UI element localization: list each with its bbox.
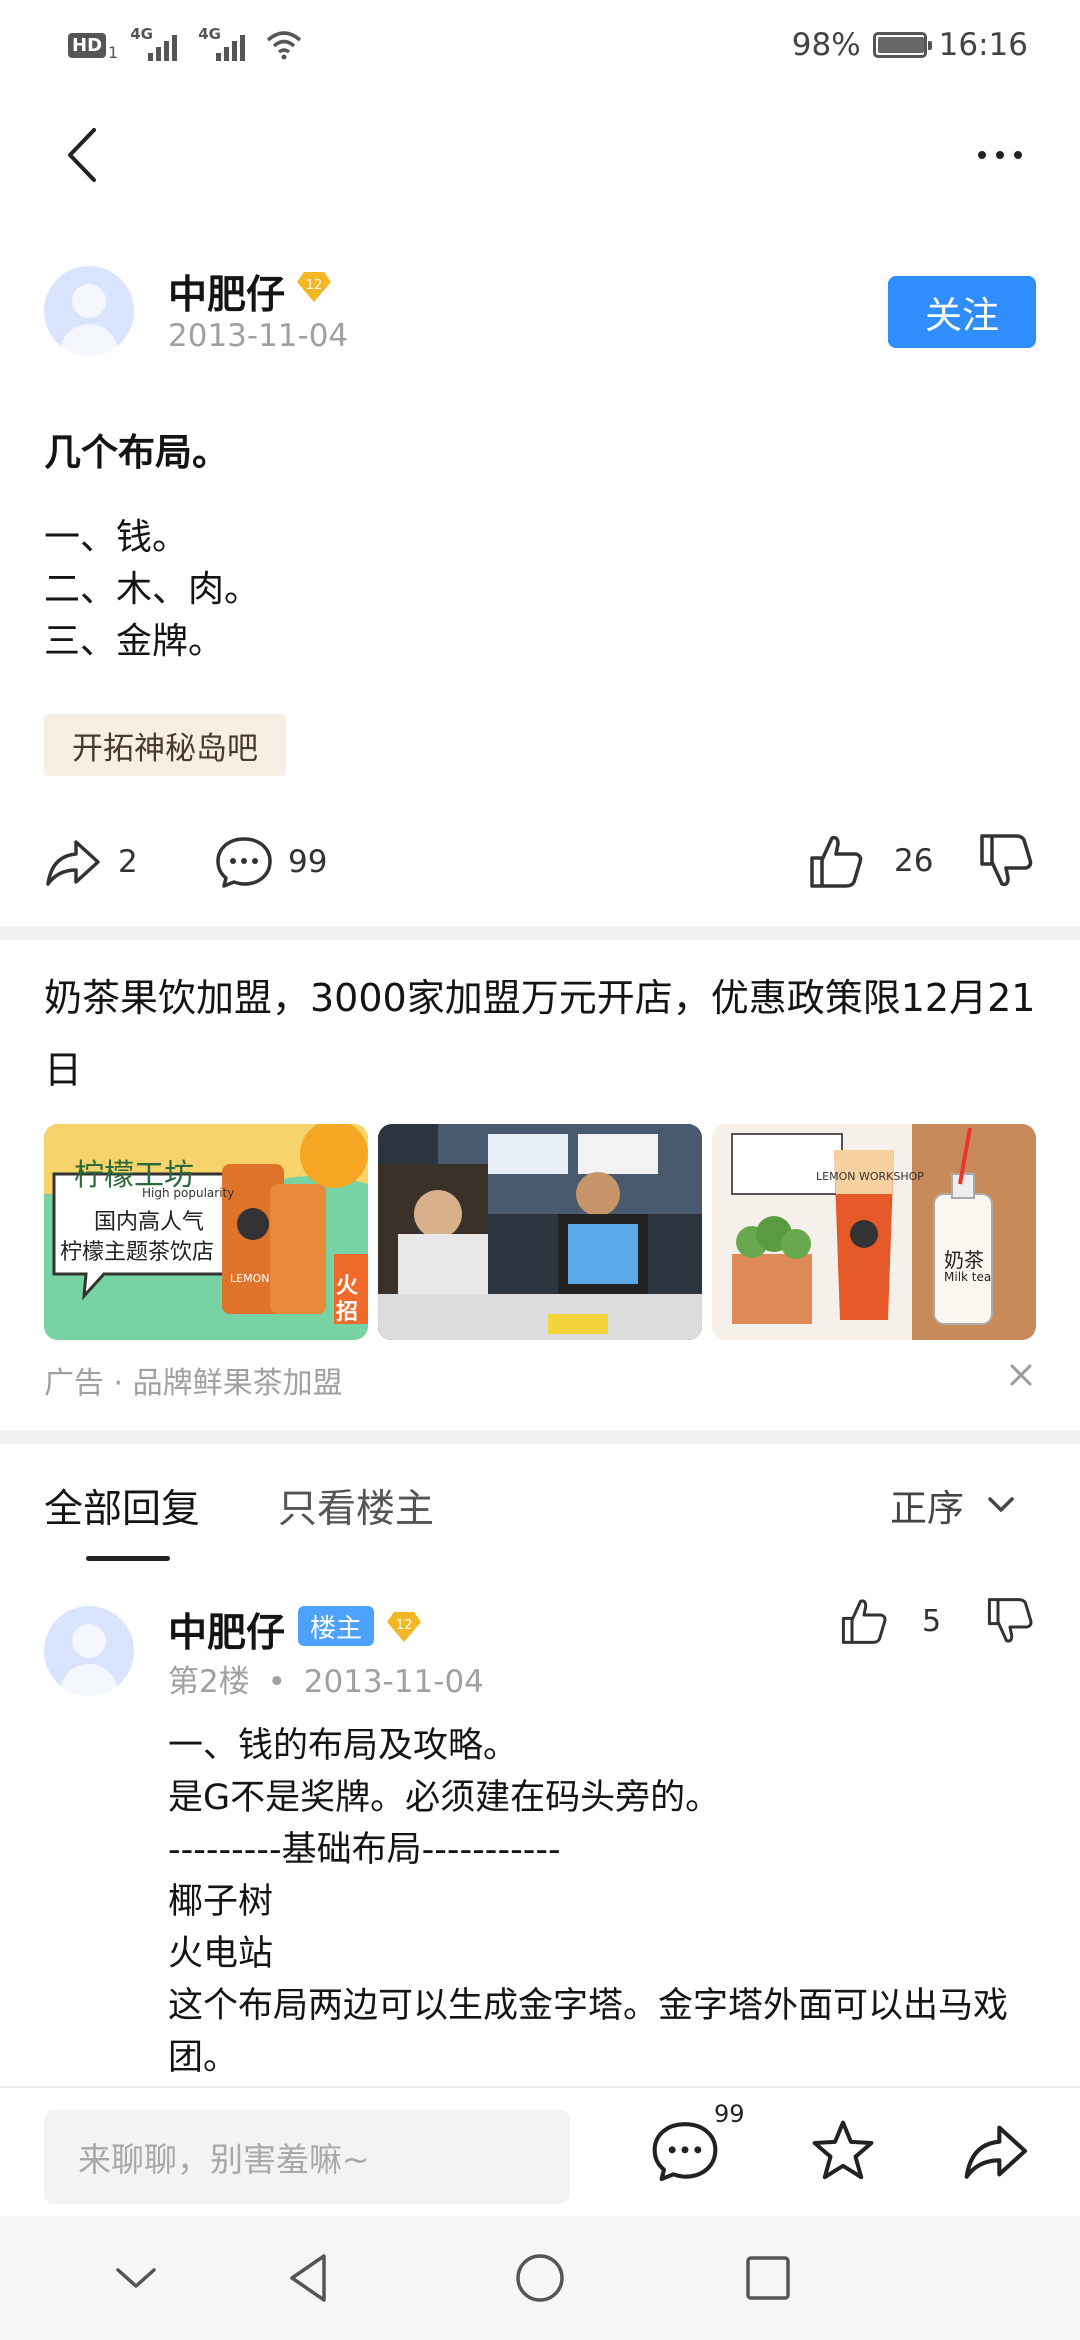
reply-dislike-button[interactable] [986, 1596, 1034, 1646]
like-button[interactable]: 26 [808, 832, 933, 890]
share-button[interactable] [962, 2118, 1042, 2198]
reply-line: 一、钱的布局及攻略。 [168, 1726, 519, 1766]
chevron-down-icon[interactable] [104, 2246, 168, 2310]
reply-author-name[interactable]: 中肥仔 [168, 1602, 285, 1658]
ad-subtitle: High popularity [142, 1186, 235, 1200]
post-line: 三、金牌。 [44, 621, 225, 662]
hd-sim-number: 1 [108, 42, 119, 62]
dislike-button[interactable] [978, 832, 1034, 890]
back-button[interactable] [50, 120, 120, 190]
status-right: 98% 16:16 [792, 22, 1028, 68]
nav-back-icon[interactable] [278, 2246, 342, 2310]
ad-line: 柠檬主题茶饮店 [60, 1240, 215, 1265]
share-icon [964, 2125, 1028, 2179]
comments-button[interactable] [650, 2118, 730, 2198]
battery-icon [872, 32, 932, 58]
avatar[interactable] [44, 1606, 134, 1696]
share-button[interactable]: 2 [44, 834, 138, 890]
reply-line: 是G不是奖牌。必须建在码头旁的。 [168, 1778, 721, 1818]
post-line: 一、钱。 [44, 517, 189, 558]
status-indicators: HD 1 4G 4G [68, 22, 302, 68]
comment-button[interactable]: 99 [214, 834, 327, 890]
close-icon[interactable] [1006, 1360, 1036, 1390]
tab-op-only[interactable]: 只看楼主 [278, 1478, 434, 1534]
sort-button[interactable]: 正序 [890, 1478, 1016, 1532]
reply-line: ---------基础布局----------- [168, 1830, 561, 1870]
sort-label: 正序 [890, 1487, 964, 1530]
nav-home-icon[interactable] [508, 2246, 572, 2310]
floor-number: 第2楼 [168, 1664, 250, 1700]
hd-indicator: HD [68, 32, 107, 58]
bottom-bar: 来聊聊，别害羞嘛~ 99 [0, 2086, 1080, 2216]
meta-separator: • [267, 1664, 286, 1700]
reply-line: 椰子树 [168, 1882, 274, 1922]
clock: 16:16 [938, 27, 1028, 63]
top-nav [0, 100, 1080, 210]
op-badge: 楼主 [298, 1606, 374, 1646]
reply-line: 火电站 [168, 1934, 274, 1974]
ad-brand: LEMON WORKSHOP [816, 1170, 924, 1183]
comments-badge: 99 [714, 2100, 745, 2128]
ad-image-graphic [712, 1124, 1036, 1340]
ad-image-milk-tea[interactable]: LEMON WORKSHOP 奶茶 Milk tea [712, 1124, 1036, 1340]
section-divider [0, 926, 1080, 940]
thumbs-up-icon [810, 835, 863, 888]
ad-line: 国内高人气 [94, 1210, 205, 1235]
svg-text:12: 12 [306, 278, 323, 293]
post-date: 2013-11-04 [168, 318, 349, 354]
ad-tag-en: Milk tea [944, 1270, 992, 1284]
ad-image-shop-counter[interactable] [378, 1124, 702, 1340]
back-icon [68, 128, 96, 182]
level-badge-icon: 12 [297, 272, 331, 302]
reply-like-count: 5 [922, 1603, 942, 1639]
system-nav-bar [0, 2216, 1080, 2340]
more-icon [978, 151, 986, 159]
share-icon [46, 840, 100, 886]
post-line: 二、木、肉。 [44, 569, 261, 610]
reply-date: 2013-11-04 [303, 1664, 484, 1700]
tab-all-replies[interactable]: 全部回复 [44, 1478, 200, 1534]
ad-title[interactable]: 奶茶果饮加盟，3000家加盟万元开店，优惠政策限12月21日 [44, 962, 1044, 1106]
reply-meta: 第2楼 • 2013-11-04 [168, 1656, 484, 1701]
favorite-button[interactable] [808, 2118, 888, 2198]
comment-input[interactable]: 来聊聊，别害羞嘛~ [44, 2110, 570, 2204]
share-count: 2 [118, 844, 138, 880]
post-content: 一、钱。 二、木、肉。 三、金牌。 [44, 512, 260, 668]
signal-icon: 4G [198, 25, 254, 65]
status-bar: HD 1 4G 4G 98% 16:16 [0, 0, 1080, 90]
battery-percent: 98% [791, 27, 861, 63]
signal-icon: 4G [130, 25, 186, 65]
ad-image-lemon-shop[interactable]: 柠檬工坊 High popularity 国内高人气 柠檬主题茶饮店 LEMON… [44, 1124, 368, 1340]
like-count: 26 [894, 843, 934, 879]
reply-content: 一、钱的布局及攻略。 是G不是奖牌。必须建在码头旁的。 ---------基础布… [168, 1720, 1038, 2084]
thumbs-down-icon [980, 834, 1033, 887]
author-name[interactable]: 中肥仔 [168, 264, 285, 320]
chevron-down-icon [988, 1497, 1014, 1512]
comment-icon [652, 2122, 718, 2182]
comment-icon [216, 837, 272, 888]
svg-text:12: 12 [396, 1618, 413, 1633]
ad-side-text: 火招 [336, 1274, 359, 1325]
more-button[interactable] [960, 130, 1040, 180]
avatar[interactable] [44, 266, 134, 356]
post-actions: 2 99 26 [0, 820, 1080, 910]
thumbs-up-icon [841, 1599, 887, 1644]
post-title: 几个布局。 [44, 431, 229, 474]
ad-cup-label: LEMON [230, 1272, 270, 1285]
star-icon [812, 2120, 874, 2180]
nav-recents-icon[interactable] [736, 2246, 800, 2310]
ad-label: 广告 · 品牌鲜果茶加盟 [44, 1366, 343, 1401]
forum-tag[interactable]: 开拓神秘岛吧 [44, 714, 286, 776]
tab-indicator [86, 1556, 170, 1561]
section-divider [0, 1430, 1080, 1444]
level-badge-icon: 12 [387, 1612, 421, 1642]
follow-button[interactable]: 关注 [888, 276, 1036, 348]
wifi-icon [267, 31, 302, 60]
ad-image-graphic [378, 1124, 702, 1340]
comment-count: 99 [288, 844, 328, 880]
reply-line: 这个布局两边可以生成金字塔。金字塔外面可以出马戏团。 [168, 1986, 1009, 2078]
reply-like-button[interactable]: 5 [840, 1596, 941, 1646]
ad-tag: 奶茶 [944, 1248, 984, 1272]
thumbs-down-icon [987, 1598, 1033, 1643]
